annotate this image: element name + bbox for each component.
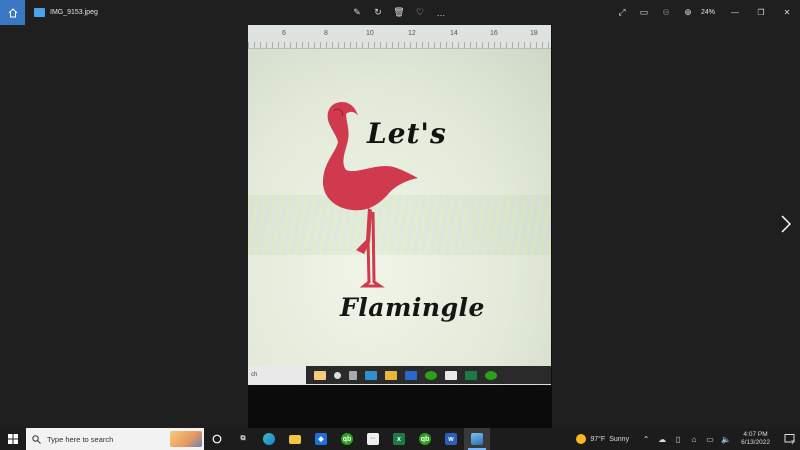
ruler-number: 12 <box>408 30 416 37</box>
next-image-button[interactable] <box>778 212 794 236</box>
task-view-button[interactable]: ⧉ <box>230 428 256 450</box>
folder-icon <box>289 434 301 444</box>
photographed-app-icon <box>405 370 417 380</box>
system-tray: 97°F Sunny ⌃ ☁ ▯ ⌂ ▭ 🔈 4:07 PM 6/13/2022… <box>576 428 800 450</box>
chevron-up-icon[interactable]: ⌃ <box>641 435 651 444</box>
fullscreen-icon[interactable]: ⤢ <box>617 7 627 18</box>
design-text-flamingle: Flamingle <box>340 293 485 322</box>
zoom-controls: ⤢ ▭ ⊖ ⊕ 24% <box>617 0 715 25</box>
window-controls: — ❐ ✕ <box>722 0 800 25</box>
photographed-monitor: 6 8 10 12 14 16 18 Let's Flamingle ch <box>248 25 551 385</box>
more-options-icon[interactable]: … <box>436 8 446 18</box>
excel-icon: x <box>393 433 405 445</box>
photographed-app-icon <box>314 370 326 380</box>
ruler-ticks <box>248 42 551 48</box>
zoom-level[interactable]: 24% <box>701 9 715 16</box>
title-bar: IMG_9153.jpeg ✎ ↻ 🗑 ♡ … ⤢ ▭ ⊖ ⊕ 24% — ❐ … <box>0 0 800 25</box>
taskbar-app-apps[interactable]: ··· <box>360 428 386 450</box>
photographed-app-icon <box>445 370 457 380</box>
sun-icon <box>576 434 587 444</box>
photographed-app-icon <box>349 370 357 380</box>
search-highlight-art <box>170 431 202 447</box>
clock-date: 6/13/2022 <box>741 439 770 446</box>
maximize-button[interactable]: ❐ <box>748 0 774 25</box>
slideshow-icon[interactable]: ▭ <box>639 7 649 18</box>
ruler-number: 18 <box>530 30 538 37</box>
ruler-number: 8 <box>324 30 328 37</box>
taskbar-search-box[interactable]: Type here to search <box>26 428 204 450</box>
clock-time: 4:07 PM <box>743 431 768 438</box>
edit-image-icon[interactable]: ✎ <box>352 7 362 18</box>
clock[interactable]: 4:07 PM 6/13/2022 <box>741 431 770 447</box>
file-name: IMG_9153.jpeg <box>50 9 98 16</box>
ruler-number: 6 <box>282 30 286 37</box>
notification-count: 7 <box>791 441 794 446</box>
search-icon <box>32 434 41 444</box>
photographed-app-icon <box>465 370 477 380</box>
minimize-button[interactable]: — <box>722 0 748 25</box>
rotate-icon[interactable]: ↻ <box>373 7 383 18</box>
zoom-in-icon[interactable]: ⊕ <box>683 7 693 18</box>
start-button[interactable] <box>0 428 26 450</box>
toolbar: ✎ ↻ 🗑 ♡ … <box>352 0 446 25</box>
dropbox-icon: ◆ <box>315 433 327 445</box>
taskbar-app-quickbooks[interactable]: qb <box>334 428 360 450</box>
image-file-icon <box>34 8 45 17</box>
taskbar-app-file-explorer[interactable] <box>282 428 308 450</box>
taskbar-app-edge[interactable] <box>256 428 282 450</box>
taskbar-app-word[interactable]: w <box>438 428 464 450</box>
edge-icon <box>263 433 275 445</box>
cortana-circle-icon <box>212 434 222 444</box>
cortana-button[interactable] <box>204 428 230 450</box>
quickbooks-icon: qb <box>419 433 431 445</box>
delete-icon[interactable]: 🗑 <box>393 7 404 18</box>
search-placeholder: Type here to search <box>47 434 114 444</box>
close-button[interactable]: ✕ <box>774 0 800 25</box>
ruler-number: 16 <box>490 30 498 37</box>
volume-icon[interactable]: 🔈 <box>721 435 731 444</box>
design-text-lets: Let's <box>367 117 447 150</box>
monitor-bezel <box>248 385 552 428</box>
battery-icon[interactable]: ▭ <box>705 435 715 444</box>
taskbar-app-excel[interactable]: x <box>386 428 412 450</box>
favorite-heart-icon[interactable]: ♡ <box>415 7 425 18</box>
photo: 6 8 10 12 14 16 18 Let's Flamingle ch <box>248 25 552 428</box>
taskbar-app-quickbooks-2[interactable]: qb <box>412 428 438 450</box>
word-icon: w <box>445 433 457 445</box>
home-button[interactable] <box>0 0 25 25</box>
chevron-right-icon <box>781 215 791 233</box>
quickbooks-icon: qb <box>341 433 353 445</box>
notification-center-button[interactable]: 7 <box>780 428 800 450</box>
taskbar-app-dropbox[interactable]: ◆ <box>308 428 334 450</box>
photographed-app-icon <box>385 370 397 380</box>
app-tile-icon: ··· <box>367 433 379 445</box>
photographed-app-icon <box>425 370 437 380</box>
photographed-app-icon <box>334 371 341 379</box>
device-icon[interactable]: ▯ <box>673 435 683 444</box>
home-icon <box>8 7 17 17</box>
network-icon[interactable]: ⌂ <box>689 435 699 444</box>
notification-icon: 7 <box>784 434 795 446</box>
ruler: 6 8 10 12 14 16 18 <box>248 25 551 49</box>
windows-logo-icon <box>8 434 18 444</box>
photographed-app-icon <box>365 370 377 380</box>
weather-widget[interactable]: 97°F Sunny <box>576 434 629 444</box>
photographed-search: ch <box>248 366 306 384</box>
zoom-out-icon[interactable]: ⊖ <box>661 7 671 18</box>
photographed-taskbar: ch <box>248 366 551 384</box>
photographed-app-icon <box>485 370 497 380</box>
weather-condition: Sunny <box>609 435 630 443</box>
taskbar-app-photos[interactable] <box>464 428 490 450</box>
ruler-number: 10 <box>366 30 374 37</box>
photos-icon <box>471 433 483 445</box>
ruler-number: 14 <box>450 30 458 37</box>
task-view-icon: ⧉ <box>240 435 246 442</box>
onedrive-cloud-icon[interactable]: ☁ <box>657 435 667 444</box>
weather-temperature: 97°F <box>590 435 606 443</box>
